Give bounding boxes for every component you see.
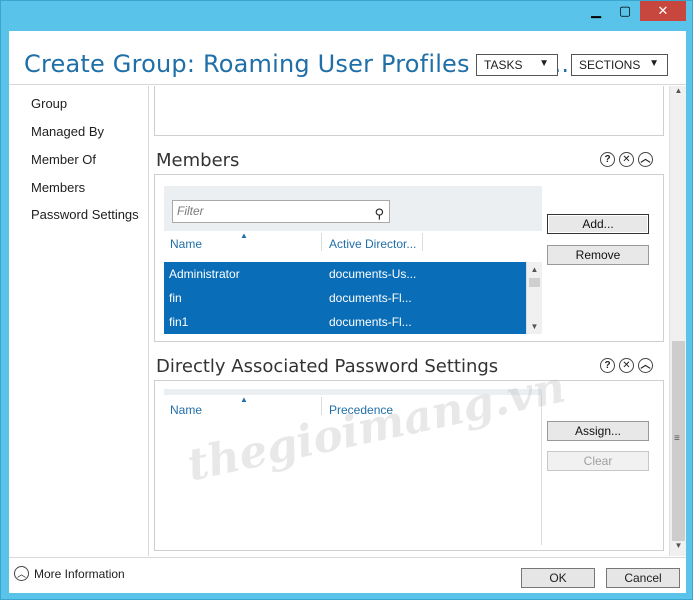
collapse-icon[interactable]: ︿ <box>638 152 653 167</box>
dialog-client-area: Create Group: Roaming User Profiles User… <box>9 31 686 593</box>
chevron-down-icon: ▼ <box>649 58 659 69</box>
grip-icon: ≡ <box>674 433 680 444</box>
column-header-name[interactable]: Name <box>170 237 202 251</box>
members-section-icons: ? ✕ ︿ <box>596 152 653 167</box>
scroll-thumb[interactable] <box>529 278 540 287</box>
nav-item-password-settings[interactable]: Password Settings <box>31 207 139 222</box>
nav-item-group[interactable]: Group <box>31 96 67 111</box>
window-frame: ▁ ▢ ✕ Create Group: Roaming User Profile… <box>0 0 693 600</box>
members-scrollbar[interactable]: ▲ ▼ <box>526 262 542 334</box>
more-information-toggle[interactable]: ︿ More Information <box>14 566 125 581</box>
maximize-button[interactable]: ▢ <box>611 1 639 21</box>
sections-dropdown[interactable]: SECTIONS ▼ <box>571 54 668 76</box>
minimize-button[interactable]: ▁ <box>582 1 610 21</box>
content-pane: Members ? ✕ ︿ Filter ⚲ ▲ Name Active Dir <box>150 86 674 556</box>
cancel-button[interactable]: Cancel <box>606 568 680 588</box>
row-name: fin <box>169 291 182 305</box>
close-icon[interactable]: ✕ <box>619 152 634 167</box>
members-list-panel: Filter ⚲ ▲ Name Active Director... Admin… <box>164 186 542 336</box>
help-icon[interactable]: ? <box>600 358 615 373</box>
members-section-box: Filter ⚲ ▲ Name Active Director... Admin… <box>154 174 664 342</box>
sections-label: SECTIONS <box>579 58 641 72</box>
sort-ascending-icon: ▲ <box>240 395 248 404</box>
nav-item-managed-by[interactable]: Managed By <box>31 124 104 139</box>
row-directory: documents-Fl... <box>329 291 412 305</box>
previous-section-box <box>154 86 664 136</box>
nav-item-members[interactable]: Members <box>31 180 85 195</box>
more-information-label: More Information <box>34 566 125 581</box>
row-directory: documents-Us... <box>329 267 417 281</box>
members-table: ▲ Name Active Director... Administrator … <box>164 231 542 336</box>
table-row[interactable]: fin documents-Fl... <box>164 286 527 310</box>
column-divider[interactable] <box>321 233 322 251</box>
column-divider[interactable] <box>422 233 423 251</box>
table-border <box>541 395 542 545</box>
section-nav: Group Managed By Member Of Members Passw… <box>9 86 149 556</box>
members-section-title: Members <box>156 150 240 171</box>
filter-placeholder: Filter <box>177 204 204 218</box>
column-header-precedence[interactable]: Precedence <box>329 403 393 417</box>
row-name: Administrator <box>169 267 240 281</box>
dialog-header: Create Group: Roaming User Profiles User… <box>9 31 686 85</box>
password-settings-section-box: ▲ Name Precedence Assign... Clear <box>154 380 664 551</box>
add-member-button[interactable]: Add... <box>547 214 649 234</box>
scroll-down-icon[interactable]: ▼ <box>527 319 542 334</box>
clear-button: Clear <box>547 451 649 471</box>
chevron-down-icon: ▼ <box>539 58 549 69</box>
close-icon[interactable]: ✕ <box>619 358 634 373</box>
assign-button[interactable]: Assign... <box>547 421 649 441</box>
scroll-up-icon[interactable]: ▲ <box>527 262 542 277</box>
nav-item-member-of[interactable]: Member Of <box>31 152 96 167</box>
chevron-up-icon: ︿ <box>14 566 29 581</box>
password-settings-section-title: Directly Associated Password Settings <box>156 356 499 377</box>
table-row[interactable]: fin1 documents-Fl... <box>164 310 527 334</box>
remove-member-button[interactable]: Remove <box>547 245 649 265</box>
window-controls: ▁ ▢ ✕ <box>581 1 686 21</box>
password-settings-table: ▲ Name Precedence <box>164 395 542 545</box>
password-section-icons: ? ✕ ︿ <box>596 358 653 373</box>
help-icon[interactable]: ? <box>600 152 615 167</box>
tasks-dropdown[interactable]: TASKS ▼ <box>476 54 558 76</box>
scroll-down-icon[interactable]: ▼ <box>670 541 687 556</box>
row-name: fin1 <box>169 315 189 329</box>
collapse-icon[interactable]: ︿ <box>638 358 653 373</box>
dialog-footer: ︿ More Information OK Cancel <box>9 557 686 593</box>
scroll-up-icon[interactable]: ▲ <box>670 86 687 101</box>
sort-ascending-icon: ▲ <box>240 231 248 240</box>
ok-button[interactable]: OK <box>521 568 595 588</box>
column-divider[interactable] <box>321 397 322 415</box>
tasks-label: TASKS <box>484 58 523 72</box>
close-window-button[interactable]: ✕ <box>640 1 686 21</box>
search-icon[interactable]: ⚲ <box>374 203 384 224</box>
table-row[interactable]: Administrator documents-Us... <box>164 262 527 286</box>
members-filter-input[interactable]: Filter ⚲ <box>172 200 390 223</box>
dialog-scrollbar[interactable]: ▲ ≡ ▼ <box>669 86 686 556</box>
column-header-name[interactable]: Name <box>170 403 202 417</box>
row-directory: documents-Fl... <box>329 315 412 329</box>
column-header-active-directory[interactable]: Active Director... <box>329 237 416 251</box>
